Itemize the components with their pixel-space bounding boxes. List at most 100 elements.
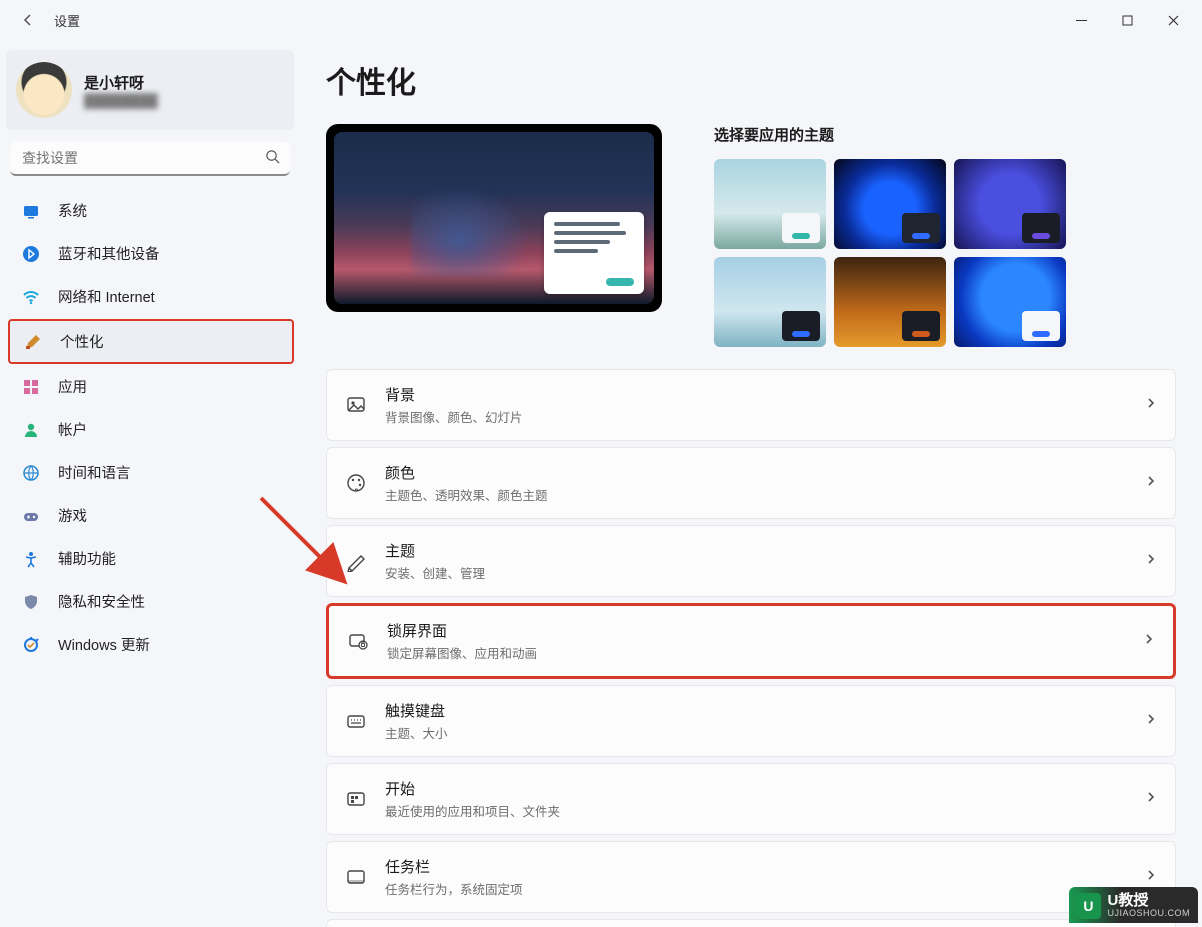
account-email: ████████ (84, 93, 158, 108)
nav-item-label: 个性化 (60, 331, 104, 352)
main-content: 个性化 选择要应用的主题 背景背景图像、颜色、幻灯片颜色主题色、透明效果、颜色主… (300, 40, 1202, 927)
theme-icon (345, 550, 367, 572)
setting-title: 任务栏 (385, 856, 523, 877)
touchkb-icon (345, 710, 367, 732)
setting-lock[interactable]: 锁屏界面锁定屏幕图像、应用和动画 (326, 603, 1176, 679)
nav-item-label: 应用 (58, 376, 87, 397)
setting-fonts[interactable]: 字体安装、管理 (326, 919, 1176, 927)
nav-item-system[interactable]: 系统 (8, 190, 294, 231)
theme-swatch (782, 213, 820, 243)
page-title: 个性化 (326, 58, 1176, 102)
setting-desc: 最近使用的应用和项目、文件夹 (385, 801, 560, 820)
watermark-icon: U (1075, 893, 1101, 919)
theme-dark-autumn[interactable] (834, 257, 946, 347)
nav-item-label: 系统 (58, 200, 87, 221)
setting-desc: 任务栏行为，系统固定项 (385, 879, 523, 898)
setting-taskbar[interactable]: 任务栏任务栏行为，系统固定项 (326, 841, 1176, 913)
nav-list: 系统蓝牙和其他设备网络和 Internet 个性化应用帐户时间和语言游戏辅助功能隐… (6, 190, 294, 665)
setting-title: 颜色 (385, 462, 548, 483)
setting-title: 背景 (385, 384, 523, 405)
setting-theme[interactable]: 主题安装、创建、管理 (326, 525, 1176, 597)
nav-item-wifi[interactable]: 网络和 Internet (8, 276, 294, 317)
theme-swatch (1022, 213, 1060, 243)
maximize-button[interactable] (1104, 4, 1150, 36)
theme-dark-lake[interactable] (714, 257, 826, 347)
chevron-right-icon (1145, 552, 1157, 570)
color-icon (345, 472, 367, 494)
start-icon (345, 788, 367, 810)
setting-desc: 安装、创建、管理 (385, 563, 485, 582)
close-icon (1168, 15, 1179, 26)
chevron-right-icon (1145, 474, 1157, 492)
nav-item-shield[interactable]: 隐私和安全性 (8, 581, 294, 622)
sidebar: 是小轩呀 ████████ 系统蓝牙和其他设备网络和 Internet 个性化应用… (0, 40, 300, 927)
background-icon (345, 394, 367, 416)
nav-item-label: 游戏 (58, 505, 87, 526)
nav-item-label: Windows 更新 (58, 634, 150, 655)
theme-swatch (902, 213, 940, 243)
desktop-preview (326, 124, 662, 312)
theme-swatch (1022, 311, 1060, 341)
chevron-right-icon (1145, 712, 1157, 730)
nav-item-accessibility[interactable]: 辅助功能 (8, 538, 294, 579)
theme-dark-blue-bloom[interactable] (834, 159, 946, 249)
nav-item-bluetooth[interactable]: 蓝牙和其他设备 (8, 233, 294, 274)
globe-icon (22, 464, 40, 482)
themes-section-title: 选择要应用的主题 (714, 124, 1176, 145)
nav-item-label: 网络和 Internet (58, 286, 155, 307)
minimize-icon (1076, 15, 1087, 26)
chevron-right-icon (1145, 868, 1157, 886)
setting-color[interactable]: 颜色主题色、透明效果、颜色主题 (326, 447, 1176, 519)
chevron-right-icon (1145, 396, 1157, 414)
setting-desc: 锁定屏幕图像、应用和动画 (387, 643, 537, 662)
theme-light-teal[interactable] (714, 159, 826, 249)
arrow-left-icon (20, 12, 36, 28)
search-icon (265, 149, 280, 169)
setting-touchkb[interactable]: 触摸键盘主题、大小 (326, 685, 1176, 757)
theme-light-blue-bloom[interactable] (954, 257, 1066, 347)
window-controls (1058, 4, 1196, 36)
nav-item-apps[interactable]: 应用 (8, 366, 294, 407)
nav-item-gamepad[interactable]: 游戏 (8, 495, 294, 536)
wifi-icon (22, 288, 40, 306)
person-icon (22, 421, 40, 439)
watermark: U U教授 UJIAOSHOU.COM (1069, 887, 1198, 923)
back-button[interactable] (16, 8, 40, 32)
setting-background[interactable]: 背景背景图像、颜色、幻灯片 (326, 369, 1176, 441)
bluetooth-icon (22, 245, 40, 263)
setting-desc: 背景图像、颜色、幻灯片 (385, 407, 523, 426)
accessibility-icon (22, 550, 40, 568)
theme-swatch (782, 311, 820, 341)
taskbar-icon (345, 866, 367, 888)
theme-grid (714, 159, 1176, 347)
window-title: 设置 (54, 11, 80, 30)
nav-item-person[interactable]: 帐户 (8, 409, 294, 450)
brush-icon (24, 333, 42, 351)
setting-title: 锁屏界面 (387, 620, 537, 641)
shield-icon (22, 593, 40, 611)
setting-title: 开始 (385, 778, 560, 799)
setting-desc: 主题、大小 (385, 723, 448, 742)
nav-item-label: 辅助功能 (58, 548, 116, 569)
chevron-right-icon (1145, 790, 1157, 808)
chevron-right-icon (1143, 632, 1155, 650)
account-card[interactable]: 是小轩呀 ████████ (6, 50, 294, 130)
watermark-main: U教授 (1107, 893, 1190, 909)
setting-title: 触摸键盘 (385, 700, 448, 721)
close-button[interactable] (1150, 4, 1196, 36)
nav-item-label: 帐户 (58, 419, 87, 440)
watermark-sub: UJIAOSHOU.COM (1107, 909, 1190, 918)
setting-title: 主题 (385, 540, 485, 561)
nav-item-brush[interactable]: 个性化 (8, 319, 294, 364)
nav-item-label: 隐私和安全性 (58, 591, 145, 612)
theme-dark-purple-bloom[interactable] (954, 159, 1066, 249)
nav-item-label: 蓝牙和其他设备 (58, 243, 160, 264)
theme-swatch (902, 311, 940, 341)
search-input[interactable] (10, 142, 290, 176)
search-field[interactable] (10, 142, 290, 176)
setting-start[interactable]: 开始最近使用的应用和项目、文件夹 (326, 763, 1176, 835)
nav-item-globe[interactable]: 时间和语言 (8, 452, 294, 493)
nav-item-update[interactable]: Windows 更新 (8, 624, 294, 665)
minimize-button[interactable] (1058, 4, 1104, 36)
nav-item-label: 时间和语言 (58, 462, 131, 483)
